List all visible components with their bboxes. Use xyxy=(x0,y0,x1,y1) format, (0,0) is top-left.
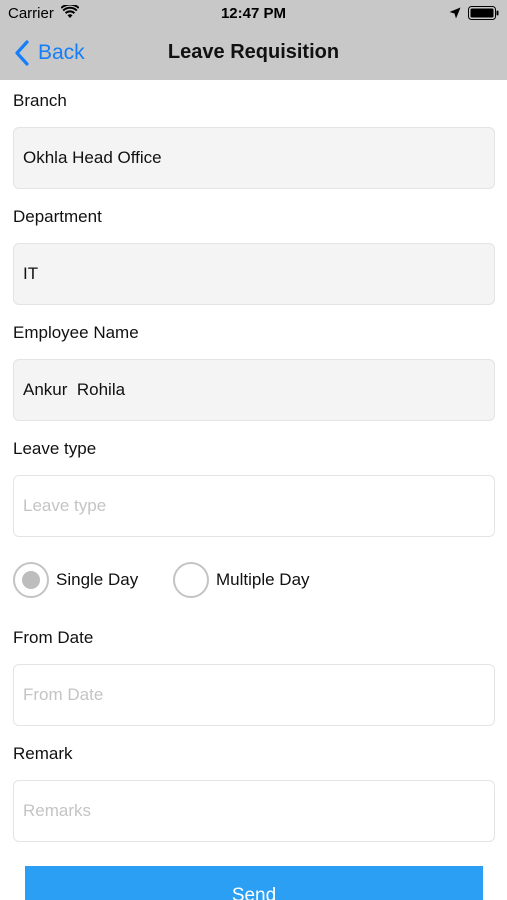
status-bar: Carrier 12:47 PM xyxy=(0,0,507,28)
radio-selected-icon xyxy=(13,562,49,598)
from-date-label: From Date xyxy=(13,628,94,647)
battery-icon xyxy=(468,6,499,20)
page-title: Leave Requisition xyxy=(167,41,340,63)
branch-label: Branch xyxy=(13,91,67,110)
remarks-field[interactable] xyxy=(13,780,495,842)
multiple-day-radio[interactable]: Multiple Day xyxy=(173,562,310,598)
employee-name-field[interactable] xyxy=(13,359,495,421)
leave-type-label: Leave type xyxy=(13,439,97,458)
remark-label: Remark xyxy=(13,744,73,763)
employee-name-label: Employee Name xyxy=(13,323,139,342)
navigation-bar: Back Leave Requisition xyxy=(0,28,507,80)
department-label: Department xyxy=(13,207,102,226)
from-date-field[interactable] xyxy=(13,664,495,726)
multiple-day-label: Multiple Day xyxy=(216,570,310,589)
department-field[interactable] xyxy=(13,243,495,305)
location-arrow-icon xyxy=(449,7,461,19)
single-day-label: Single Day xyxy=(56,570,139,589)
branch-field[interactable] xyxy=(13,127,495,189)
radio-unselected-icon xyxy=(173,562,209,598)
send-button[interactable]: Send xyxy=(25,866,483,900)
leave-type-field[interactable] xyxy=(13,475,495,537)
clock: 12:47 PM xyxy=(220,5,287,22)
single-day-radio[interactable]: Single Day xyxy=(13,562,138,598)
